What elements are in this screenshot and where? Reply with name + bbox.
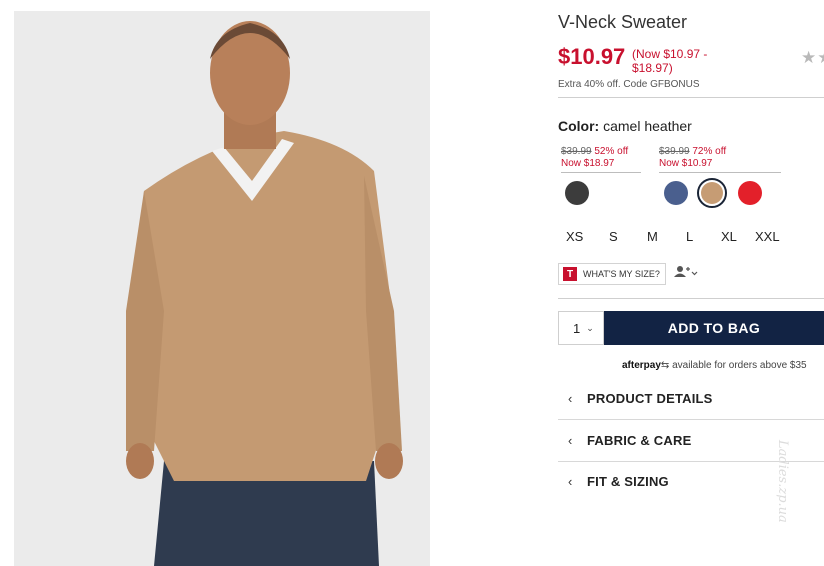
price-group-underline <box>561 172 641 173</box>
accordion-product-details[interactable]: ‹ PRODUCT DETAILS <box>558 378 824 418</box>
person-plus-icon[interactable] <box>674 265 700 280</box>
chevron-down-icon: ⌄ <box>586 322 594 333</box>
now-price: Now $18.97 <box>561 158 615 169</box>
truefit-logo-icon: T <box>563 267 577 281</box>
color-swatch-red[interactable] <box>738 181 762 205</box>
size-m[interactable]: M <box>647 229 658 244</box>
color-swatch-camel-heather-selected[interactable] <box>697 178 727 208</box>
price-range: (Now $10.97 - $18.97) <box>632 47 708 75</box>
discount-percent: 72% off <box>692 146 727 157</box>
price-group: $39.99 72% off Now $10.97 <box>659 146 781 173</box>
price-group: $39.99 52% off Now $18.97 <box>561 146 641 173</box>
chevron-left-icon: ‹ <box>568 390 573 406</box>
original-price: $39.99 <box>659 146 690 157</box>
afterpay-logo: afterpay <box>622 360 661 371</box>
price-group-underline <box>659 172 781 173</box>
quantity-value: 1 <box>573 320 581 336</box>
accordion-label: FIT & SIZING <box>587 473 669 489</box>
product-title: V-Neck Sweater <box>558 12 688 32</box>
size-xxl[interactable]: XXL <box>755 229 780 244</box>
size-xl[interactable]: XL <box>721 229 737 244</box>
whats-my-size-label: WHAT'S MY SIZE? <box>583 269 660 279</box>
rating-stars-icon[interactable]: ★★ <box>801 48 824 68</box>
divider <box>558 298 824 299</box>
color-swatch-blue[interactable] <box>664 181 688 205</box>
quantity-select[interactable]: 1 ⌄ <box>558 311 604 345</box>
afterpay-text: available for orders above $35 <box>672 360 807 371</box>
product-image[interactable] <box>14 11 430 566</box>
chevron-left-icon: ‹ <box>568 432 573 448</box>
discount-percent: 52% off <box>594 146 629 157</box>
afterpay-arrows-icon: ⇆ <box>660 360 670 371</box>
size-l[interactable]: L <box>686 229 693 244</box>
accordion-label: FABRIC & CARE <box>587 432 692 448</box>
swatch-fill <box>701 182 723 204</box>
color-label: Color: camel heather <box>558 118 692 134</box>
size-xs[interactable]: XS <box>566 229 583 244</box>
accordion-label: PRODUCT DETAILS <box>587 390 713 406</box>
whats-my-size-button[interactable]: T WHAT'S MY SIZE? <box>558 263 666 285</box>
promo-code-text: Extra 40% off. Code GFBONUS <box>558 79 700 90</box>
divider <box>558 97 824 98</box>
add-to-bag-button[interactable]: ADD TO BAG <box>604 311 824 345</box>
afterpay-note: afterpay⇆ available for orders above $35 <box>622 360 807 371</box>
model-photo <box>14 11 430 566</box>
color-label-prefix: Color: <box>558 118 600 134</box>
size-s[interactable]: S <box>609 229 618 244</box>
watermark: Ladies.zp.ua <box>775 440 790 523</box>
sale-price: $10.97 <box>558 44 626 69</box>
now-price: Now $10.97 <box>659 158 713 169</box>
color-swatch-charcoal[interactable] <box>565 181 589 205</box>
color-value: camel heather <box>603 118 692 134</box>
original-price: $39.99 <box>561 146 592 157</box>
chevron-left-icon: ‹ <box>568 473 573 489</box>
size-selector: XS S M L XL XXL <box>558 229 788 247</box>
